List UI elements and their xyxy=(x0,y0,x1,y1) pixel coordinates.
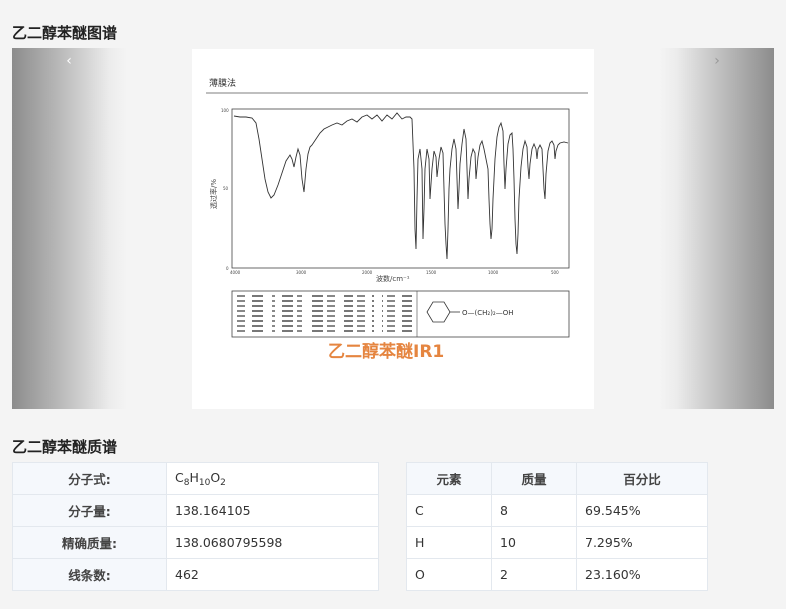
property-label: 线条数: xyxy=(12,558,167,591)
carousel-prev-panel[interactable]: ‹ xyxy=(12,48,127,409)
structure-formula: O—(CH₂)₂—OH xyxy=(462,309,514,317)
percent-cell: 69.545% xyxy=(576,494,708,527)
exact-mass-value: 138.0680795598 xyxy=(166,526,379,559)
table-header-row: 元素 质量 百分比 xyxy=(406,462,708,495)
x-tick-1500: 1500 xyxy=(426,270,437,275)
table-row: O 2 23.160% xyxy=(406,558,708,591)
element-cell: O xyxy=(406,558,492,591)
y-axis-label: 透过率/% xyxy=(209,179,218,209)
property-label: 分子式: xyxy=(12,462,167,495)
element-cell: C xyxy=(406,494,492,527)
column-header-percent: 百分比 xyxy=(576,462,708,495)
column-header-element: 元素 xyxy=(406,462,492,495)
table-row: 分子量: 138.164105 xyxy=(12,494,379,527)
mass-cell: 10 xyxy=(491,526,577,559)
x-axis-label: 波数/cm⁻¹ xyxy=(376,274,410,283)
element-composition-table: 元素 质量 百分比 C 8 69.545% H 10 7.295% O 2 23… xyxy=(406,462,708,591)
molecular-formula-value: C8H10O2 xyxy=(166,462,379,495)
spectrum-curve xyxy=(233,112,569,260)
spectrum-watermark: 乙二醇苯醚IR1 xyxy=(328,341,444,362)
carousel-next-panel[interactable]: › xyxy=(659,48,774,409)
y-tick-0: 0 xyxy=(226,266,229,271)
ir-spectrum-image: 薄膜法 100 50 0 透过率/% 4000 3000 2000 1500 1… xyxy=(192,49,594,409)
percent-cell: 23.160% xyxy=(576,558,708,591)
spectrum-carousel: ‹ › 薄膜法 100 50 0 透过率/% 4000 3000 2000 15… xyxy=(12,48,774,410)
method-label: 薄膜法 xyxy=(209,77,236,89)
mass-cell: 2 xyxy=(491,558,577,591)
column-header-mass: 质量 xyxy=(491,462,577,495)
percent-cell: 7.295% xyxy=(576,526,708,559)
molecular-weight-value: 138.164105 xyxy=(166,494,379,527)
molecular-properties-table: 分子式: C8H10O2 分子量: 138.164105 精确质量: 138.0… xyxy=(12,462,379,591)
x-tick-3000: 3000 xyxy=(296,270,307,275)
element-cell: H xyxy=(406,526,492,559)
table-row: 分子式: C8H10O2 xyxy=(12,462,379,495)
mass-cell: 8 xyxy=(491,494,577,527)
chevron-right-icon[interactable]: › xyxy=(707,52,727,70)
ir-section-title: 乙二醇苯醚图谱 xyxy=(12,24,118,42)
x-tick-500: 500 xyxy=(551,270,559,275)
table-row: 线条数: 462 xyxy=(12,558,379,591)
x-tick-1000: 1000 xyxy=(488,270,499,275)
x-tick-4000: 4000 xyxy=(230,270,241,275)
table-row: C 8 69.545% xyxy=(406,494,708,527)
mass-section-title: 乙二醇苯醚质谱 xyxy=(12,438,118,456)
chevron-left-icon[interactable]: ‹ xyxy=(59,52,79,70)
y-tick-50: 50 xyxy=(223,186,229,191)
table-row: H 10 7.295% xyxy=(406,526,708,559)
property-label: 分子量: xyxy=(12,494,167,527)
line-count-value: 462 xyxy=(166,558,379,591)
x-tick-2000: 2000 xyxy=(362,270,373,275)
property-label: 精确质量: xyxy=(12,526,167,559)
y-tick-100: 100 xyxy=(221,108,229,113)
table-row: 精确质量: 138.0680795598 xyxy=(12,526,379,559)
